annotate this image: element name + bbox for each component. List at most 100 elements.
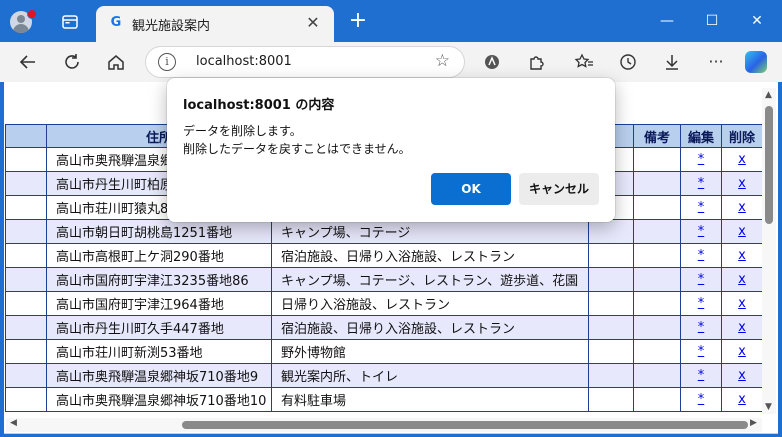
edit-cell: * <box>680 291 722 316</box>
edit-link[interactable]: * <box>698 320 705 335</box>
history-icon[interactable] <box>614 48 642 76</box>
row-notes-cell <box>633 171 681 196</box>
edit-link[interactable]: * <box>698 392 705 407</box>
header-cell-notes: 備考 <box>633 124 681 148</box>
edit-link[interactable]: * <box>698 296 705 311</box>
delete-cell: x <box>721 387 763 412</box>
scroll-up-icon[interactable]: ▲ <box>765 90 772 100</box>
edit-cell: * <box>680 363 722 388</box>
edit-cell: * <box>680 339 722 364</box>
new-tab-icon[interactable]: + <box>345 9 371 35</box>
row-id-cell <box>5 147 47 172</box>
row-l-cell <box>588 363 634 388</box>
delete-link[interactable]: x <box>738 248 746 263</box>
confirm-dialog: localhost:8001 の内容 データを削除します。 削除したデータを戻す… <box>167 78 615 222</box>
row-l-cell <box>588 267 634 292</box>
table-row: 高山市国府町宇津江964番地 日帰り入浴施設、レストラン * x <box>5 291 763 316</box>
edit-cell: * <box>680 267 722 292</box>
row-address-cell: 高山市朝日町胡桃島1251番地 <box>46 219 272 244</box>
more-menu-icon[interactable]: ··· <box>702 48 730 76</box>
profile-notification-dot <box>27 9 37 19</box>
tab-actions-icon[interactable] <box>60 12 80 32</box>
site-info-icon[interactable]: i <box>158 53 176 71</box>
edit-link[interactable]: * <box>698 368 705 383</box>
delete-cell: x <box>721 195 763 220</box>
row-id-cell <box>5 171 47 196</box>
ok-button[interactable]: OK <box>431 173 511 205</box>
row-id-cell <box>5 339 47 364</box>
delete-link[interactable]: x <box>738 224 746 239</box>
scroll-left-icon[interactable]: ◀ <box>10 418 17 428</box>
row-notes-cell <box>633 195 681 220</box>
horizontal-scrollbar[interactable]: ◀ ▶ <box>6 418 762 432</box>
horizontal-scroll-thumb[interactable] <box>182 421 748 429</box>
browser-toolbar: i localhost:8001 ☆ ··· <box>0 42 782 82</box>
delete-link[interactable]: x <box>738 176 746 191</box>
edit-cell: * <box>680 171 722 196</box>
delete-cell: x <box>721 291 763 316</box>
delete-cell: x <box>721 339 763 364</box>
edit-link[interactable]: * <box>698 200 705 215</box>
table-row: 高山市奥飛騨温泉郷神坂710番地9 観光案内所、トイレ * x <box>5 363 763 388</box>
minimize-icon[interactable]: — <box>652 8 682 34</box>
browser-tab-bar: G 観光施設案内 ✕ + — ☐ ✕ <box>0 0 782 42</box>
row-facilities-cell: 日帰り入浴施設、レストラン <box>271 291 589 316</box>
row-id-cell <box>5 243 47 268</box>
table-row: 高山市荘川町新渕53番地 野外博物館 * x <box>5 339 763 364</box>
delete-cell: x <box>721 147 763 172</box>
refresh-icon[interactable] <box>58 48 86 76</box>
edit-link[interactable]: * <box>698 176 705 191</box>
row-notes-cell <box>633 363 681 388</box>
edit-link[interactable]: * <box>698 152 705 167</box>
delete-link[interactable]: x <box>738 200 746 215</box>
edit-cell: * <box>680 147 722 172</box>
delete-link[interactable]: x <box>738 152 746 167</box>
delete-link[interactable]: x <box>738 272 746 287</box>
table-row: 高山市丹生川町久手447番地 宿泊施設、日帰り入浴施設、レストラン * x <box>5 315 763 340</box>
row-notes-cell <box>633 243 681 268</box>
home-icon[interactable] <box>102 48 130 76</box>
row-l-cell <box>588 243 634 268</box>
header-cell-delete: 削除 <box>721 124 763 148</box>
cancel-button[interactable]: キャンセル <box>519 173 599 205</box>
delete-cell: x <box>721 171 763 196</box>
edit-cell: * <box>680 195 722 220</box>
extensions-icon[interactable] <box>522 48 550 76</box>
edit-link[interactable]: * <box>698 248 705 263</box>
scroll-down-icon[interactable]: ▼ <box>765 402 772 412</box>
downloads-icon[interactable] <box>658 48 686 76</box>
delete-link[interactable]: x <box>738 344 746 359</box>
edit-cell: * <box>680 243 722 268</box>
row-address-cell: 高山市国府町宇津江3235番地86 <box>46 267 272 292</box>
delete-link[interactable]: x <box>738 320 746 335</box>
delete-link[interactable]: x <box>738 392 746 407</box>
row-l-cell <box>588 387 634 412</box>
row-address-cell: 高山市丹生川町久手447番地 <box>46 315 272 340</box>
extension-shield-icon[interactable] <box>478 48 506 76</box>
delete-link[interactable]: x <box>738 368 746 383</box>
table-row: 高山市奥飛騨温泉郷神坂710番地10 有料駐車場 * x <box>5 387 763 412</box>
favorites-icon[interactable] <box>570 48 598 76</box>
edit-link[interactable]: * <box>698 272 705 287</box>
address-bar[interactable]: i localhost:8001 ☆ <box>145 46 465 78</box>
row-facilities-cell: 宿泊施設、日帰り入浴施設、レストラン <box>271 243 589 268</box>
table-row: 高山市朝日町胡桃島1251番地 キャンプ場、コテージ * x <box>5 219 763 244</box>
edit-link[interactable]: * <box>698 344 705 359</box>
favorite-star-icon[interactable]: ☆ <box>435 51 450 71</box>
scroll-right-icon[interactable]: ▶ <box>750 418 757 428</box>
row-l-cell <box>588 291 634 316</box>
close-tab-icon[interactable]: ✕ <box>302 12 324 34</box>
row-l-cell <box>588 315 634 340</box>
delete-link[interactable]: x <box>738 296 746 311</box>
edit-link[interactable]: * <box>698 224 705 239</box>
maximize-icon[interactable]: ☐ <box>697 8 727 34</box>
edit-cell: * <box>680 219 722 244</box>
row-facilities-cell: 観光案内所、トイレ <box>271 363 589 388</box>
close-window-icon[interactable]: ✕ <box>742 8 772 34</box>
active-tab[interactable]: G 観光施設案内 ✕ <box>96 6 334 42</box>
copilot-icon[interactable] <box>745 51 767 73</box>
delete-cell: x <box>721 267 763 292</box>
vertical-scrollbar[interactable]: ▲ ▼ <box>762 88 776 414</box>
back-icon[interactable] <box>14 48 42 76</box>
vertical-scroll-thumb[interactable] <box>765 106 773 224</box>
